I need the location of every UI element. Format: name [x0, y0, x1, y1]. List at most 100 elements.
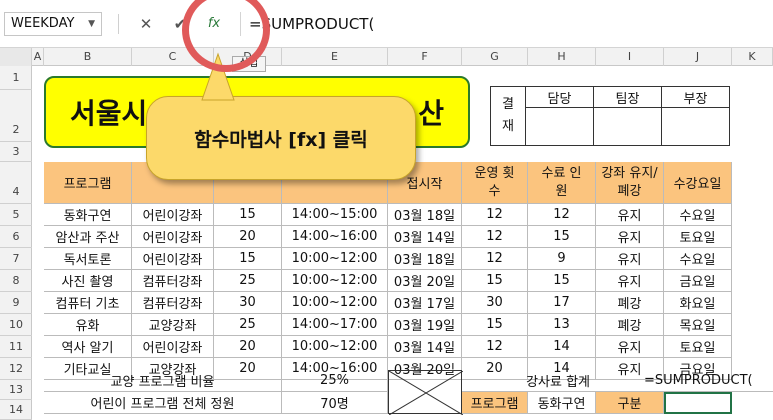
table-cell[interactable]: 암산과 주산	[44, 226, 132, 248]
row-header[interactable]: 6	[0, 226, 32, 248]
approval-sign-cell[interactable]	[526, 108, 594, 146]
table-cell[interactable]: 어린이강좌	[132, 204, 214, 226]
column-header-k[interactable]: K	[732, 48, 773, 66]
table-cell[interactable]: 컴퓨터강좌	[132, 270, 214, 292]
table-cell[interactable]: 유지	[596, 248, 664, 270]
program-label[interactable]: 프로그램	[462, 392, 528, 414]
table-cell[interactable]: 유지	[596, 226, 664, 248]
table-cell[interactable]: 15	[214, 204, 282, 226]
table-cell[interactable]: 폐강	[596, 314, 664, 336]
table-cell[interactable]: 사진 촬영	[44, 270, 132, 292]
table-cell[interactable]: 14:00~16:00	[282, 226, 388, 248]
table-cell[interactable]: 컴퓨터강좌	[132, 292, 214, 314]
table-cell[interactable]: 25	[214, 270, 282, 292]
table-cell[interactable]: 03월 14일	[388, 226, 462, 248]
row-header[interactable]: 11	[0, 336, 32, 358]
table-cell[interactable]: 25	[214, 314, 282, 336]
table-cell[interactable]: 03월 19일	[388, 314, 462, 336]
column-header-j[interactable]: J	[664, 48, 732, 66]
table-cell[interactable]: 폐강	[596, 292, 664, 314]
table-cell[interactable]: 어린이강좌	[132, 248, 214, 270]
approval-sign-cell[interactable]	[662, 108, 730, 146]
table-cell[interactable]: 15	[462, 314, 528, 336]
table-cell[interactable]: 유지	[596, 336, 664, 358]
name-box[interactable]: WEEKDAY ▼	[4, 12, 102, 36]
column-header-h[interactable]: H	[528, 48, 596, 66]
row-header[interactable]: 1	[0, 66, 32, 90]
table-cell[interactable]: 15	[528, 226, 596, 248]
table-cell[interactable]: 15	[462, 270, 528, 292]
row-header[interactable]: 13	[0, 380, 32, 400]
table-cell[interactable]: 14:00~17:00	[282, 314, 388, 336]
approval-sign-cell[interactable]	[594, 108, 662, 146]
row-header[interactable]: 10	[0, 314, 32, 336]
table-cell[interactable]: 12	[462, 226, 528, 248]
table-cell[interactable]: 9	[528, 248, 596, 270]
table-cell[interactable]: 15	[214, 248, 282, 270]
row-header[interactable]: 7	[0, 248, 32, 270]
cancel-icon[interactable]: ✕	[134, 12, 158, 36]
fee-total-formula[interactable]: =SUMPRODUCT(	[596, 370, 773, 392]
table-cell[interactable]: 목요일	[664, 314, 732, 336]
table-cell[interactable]: 12	[462, 336, 528, 358]
table-cell[interactable]: 03월 17일	[388, 292, 462, 314]
table-cell[interactable]: 10:00~12:00	[282, 336, 388, 358]
summary-label-culture[interactable]: 교양 프로그램 비율	[44, 370, 282, 392]
summary-value-children[interactable]: 70명	[282, 392, 388, 414]
row-header[interactable]: 2	[0, 90, 32, 142]
table-cell[interactable]: 30	[462, 292, 528, 314]
column-header-e[interactable]: E	[282, 48, 388, 66]
table-cell[interactable]: 03월 18일	[388, 204, 462, 226]
table-cell[interactable]: 20	[214, 336, 282, 358]
fee-total-label[interactable]: 강사료 합계	[462, 370, 596, 392]
table-cell[interactable]: 17	[528, 292, 596, 314]
header-program[interactable]: 프로그램	[44, 162, 132, 204]
table-cell[interactable]: 10:00~12:00	[282, 270, 388, 292]
table-cell[interactable]: 12	[462, 248, 528, 270]
summary-value-culture[interactable]: 25%	[282, 370, 388, 392]
table-cell[interactable]: 교양강좌	[132, 314, 214, 336]
column-header-g[interactable]: G	[462, 48, 528, 66]
table-cell[interactable]: 역사 알기	[44, 336, 132, 358]
header-run-count[interactable]: 운영 횟수	[462, 162, 528, 204]
column-header-a[interactable]: A	[32, 48, 44, 66]
table-cell[interactable]: 유지	[596, 270, 664, 292]
table-cell[interactable]: 금요일	[664, 270, 732, 292]
select-all-corner[interactable]	[0, 48, 32, 66]
program-value[interactable]: 동화구연	[528, 392, 596, 414]
summary-label-children[interactable]: 어린이 프로그램 전체 정원	[44, 392, 282, 414]
column-header-b[interactable]: B	[44, 48, 132, 66]
table-cell[interactable]: 03월 14일	[388, 336, 462, 358]
table-cell[interactable]: 12	[462, 204, 528, 226]
table-cell[interactable]: 독서토론	[44, 248, 132, 270]
row-header[interactable]: 4	[0, 162, 32, 204]
row-header[interactable]: 3	[0, 142, 32, 162]
table-cell[interactable]: 어린이강좌	[132, 336, 214, 358]
header-weekday[interactable]: 수강요일	[664, 162, 732, 204]
column-header-i[interactable]: I	[596, 48, 664, 66]
table-cell[interactable]: 10:00~12:00	[282, 292, 388, 314]
table-cell[interactable]: 14	[528, 336, 596, 358]
table-cell[interactable]: 수요일	[664, 204, 732, 226]
table-cell[interactable]: 13	[528, 314, 596, 336]
column-header-f[interactable]: F	[388, 48, 462, 66]
table-cell[interactable]: 동화구연	[44, 204, 132, 226]
row-header[interactable]: 5	[0, 204, 32, 226]
table-cell[interactable]: 컴퓨터 기초	[44, 292, 132, 314]
row-header[interactable]: 9	[0, 292, 32, 314]
table-cell[interactable]: 10:00~12:00	[282, 248, 388, 270]
formula-input[interactable]: =SUMPRODUCT(	[240, 12, 773, 36]
table-cell[interactable]: 03월 20일	[388, 270, 462, 292]
table-cell[interactable]: 12	[528, 204, 596, 226]
row-header[interactable]: 12	[0, 358, 32, 380]
table-cell[interactable]: 어린이강좌	[132, 226, 214, 248]
header-completed[interactable]: 수료 인원	[528, 162, 596, 204]
table-cell[interactable]: 30	[214, 292, 282, 314]
active-cell[interactable]	[664, 392, 732, 414]
table-cell[interactable]: 토요일	[664, 226, 732, 248]
table-cell[interactable]: 유지	[596, 204, 664, 226]
table-cell[interactable]: 토요일	[664, 336, 732, 358]
table-cell[interactable]: 유화	[44, 314, 132, 336]
table-cell[interactable]: 수요일	[664, 248, 732, 270]
table-cell[interactable]: 14:00~15:00	[282, 204, 388, 226]
